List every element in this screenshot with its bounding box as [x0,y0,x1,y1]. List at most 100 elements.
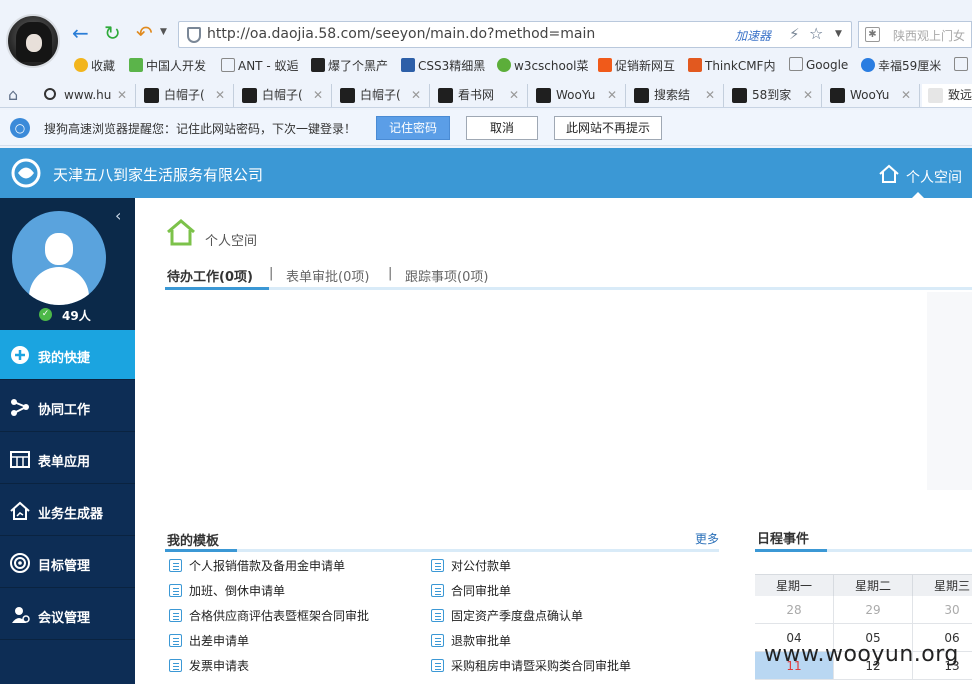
url-text[interactable]: http://oa.daojia.58.com/seeyon/main.do?m… [207,26,595,42]
sidebar-item-goals[interactable]: 目标管理 [0,538,135,588]
sidebar-item-meetings[interactable]: 会议管理 [0,590,135,640]
template-item[interactable]: 发票申请表 [169,657,249,674]
calendar-day[interactable]: 29 [834,596,913,624]
sidebar-item-collaboration[interactable]: 协同工作 [0,382,135,432]
template-item[interactable]: 固定资产季度盘点确认单 [431,607,583,624]
browser-tab[interactable]: 看书网 ✕ [432,84,528,107]
close-icon[interactable]: ✕ [803,84,813,106]
star-icon[interactable]: ☆ [809,24,823,43]
chevron-left-icon[interactable]: ‹ [115,206,121,225]
never-remind-button[interactable]: 此网站不再提示 [554,116,662,140]
personal-space-link[interactable]: 个人空间 [906,167,962,187]
tab-separator: | [388,266,393,281]
notification-text: 搜狗高速浏览器提醒您：记住此网站密码，下次一键登录！ [44,122,357,136]
avatar[interactable] [12,211,106,305]
close-icon[interactable]: ✕ [313,84,323,106]
sidebar: ‹ ✓ 49人 我的快捷 协同工作 表单应用 业务生成器 目标管理 会议管理 [0,198,135,684]
address-bar[interactable]: http://oa.daojia.58.com/seeyon/main.do?m… [178,21,852,48]
sidebar-item-label: 会议管理 [38,611,91,626]
undo-icon[interactable]: ↶ [136,22,153,44]
home-icon[interactable]: ⌂ [8,85,18,104]
refresh-icon[interactable]: ↻ [104,22,121,44]
sidebar-item-label: 目标管理 [38,559,91,574]
sidebar-item-label: 业务生成器 [38,507,104,522]
bookmark-item[interactable]: CSS3精细黑 [401,57,485,74]
browser-tab[interactable]: www.hu ✕ [38,84,136,107]
browser-tab[interactable]: 白帽子(✕ [334,84,430,107]
bookmark-item[interactable]: 中国人开发 [129,57,206,74]
template-item[interactable]: 出差申请单 [169,632,249,649]
bookmark-item[interactable]: w3cschool菜 [497,57,589,74]
close-icon[interactable]: ✕ [705,84,715,106]
form-icon [431,609,444,622]
taobao-icon [598,58,612,72]
page-icon [789,57,803,71]
page-icon [221,58,235,72]
remember-password-button[interactable]: 记住密码 [376,116,450,140]
chevron-down-icon[interactable]: ▼ [835,29,842,39]
more-link[interactable]: 更多 [695,530,719,547]
browser-tab[interactable]: WooYu ✕ [824,84,920,107]
template-item[interactable]: 对公付款单 [431,557,511,574]
sidebar-item-shortcuts[interactable]: 我的快捷 [0,330,135,380]
page-icon[interactable] [954,57,971,72]
search-placeholder: 陕西观上门女 [893,29,966,43]
bookmark-item[interactable]: 收藏 [74,57,115,74]
lightning-icon[interactable]: ⚡ [789,25,800,43]
tab-pending[interactable]: 待办工作(0项) [167,266,253,285]
home-icon[interactable] [878,164,900,184]
template-item[interactable]: 采购租房申请暨采购类合同审批单 [431,657,631,674]
paw-icon: ✱ [865,27,880,42]
browser-tab[interactable]: 搜索结 ✕ [628,84,724,107]
sidebar-item-business-generator[interactable]: 业务生成器 [0,486,135,536]
form-icon [169,609,182,622]
profile-area: ‹ ✓ 49人 [0,198,135,330]
templates-header: 我的模板 [165,528,719,552]
search-input[interactable]: ✱ 陕西观上门女 [858,21,972,48]
close-icon[interactable]: ✕ [215,84,225,106]
browser-chrome: ← ↻ ↶ ▼ http://oa.daojia.58.com/seeyon/m… [0,0,972,148]
browser-tab[interactable]: WooYu ✕ [530,84,626,107]
hat-icon [634,88,649,103]
close-icon[interactable]: ✕ [901,84,911,106]
tab-tracking[interactable]: 跟踪事项(0项) [405,266,488,285]
schedule-indicator [755,549,827,552]
template-item[interactable]: 合同审批单 [431,582,511,599]
bookmarks-bar: 收藏 中国人开发 ANT - 蚁逅 爆了个黑产 CSS3精细黑 w3cschoo… [0,54,972,78]
bookmark-item[interactable]: ANT - 蚁逅 [221,57,298,74]
bookmark-item[interactable]: 促销新网互 [598,57,675,74]
hat-icon [830,88,845,103]
chevron-down-icon[interactable]: ▼ [160,27,167,37]
tab-form-approval[interactable]: 表单审批(0项) [286,266,369,285]
form-icon [431,559,444,572]
hat-icon [732,88,747,103]
cancel-button[interactable]: 取消 [466,116,538,140]
template-item[interactable]: 退款审批单 [431,632,511,649]
bookmark-item[interactable]: 爆了个黑产 [311,57,388,74]
bookmark-item[interactable]: Google [789,57,848,72]
home-icon [167,219,195,246]
close-icon[interactable]: ✕ [117,84,127,106]
sidebar-item-label: 表单应用 [38,455,91,470]
bookmark-item[interactable]: 幸福59厘米 [861,57,941,74]
browser-tab[interactable]: 白帽子(✕ [236,84,332,107]
company-logo-icon [11,158,41,188]
accelerator-label[interactable]: 加速器 [735,27,771,44]
browser-tab[interactable]: 白帽子(✕ [138,84,234,107]
template-item[interactable]: 个人报销借款及备用金申请单 [169,557,345,574]
calendar-day[interactable]: 28 [755,596,834,624]
hat-icon [311,58,325,72]
calendar: 星期一 星期二 星期三 28 29 30 04 05 06 11 12 13 [755,574,972,684]
close-icon[interactable]: ✕ [411,84,421,106]
browser-tab-active[interactable]: 致远 [922,84,972,107]
calendar-day[interactable]: 30 [913,596,972,624]
password-notification-bar: ○ 搜狗高速浏览器提醒您：记住此网站密码，下次一键登录！ 记住密码 取消 此网站… [0,110,972,146]
back-arrow-icon[interactable]: ← [72,22,89,44]
close-icon[interactable]: ✕ [509,84,519,106]
bookmark-item[interactable]: ThinkCMF内 [688,57,775,74]
template-item[interactable]: 合格供应商评估表暨框架合同审批 [169,607,369,624]
sidebar-item-forms[interactable]: 表单应用 [0,434,135,484]
browser-tab[interactable]: 58到家 ✕ [726,84,822,107]
template-item[interactable]: 加班、倒休申请单 [169,582,285,599]
close-icon[interactable]: ✕ [607,84,617,106]
